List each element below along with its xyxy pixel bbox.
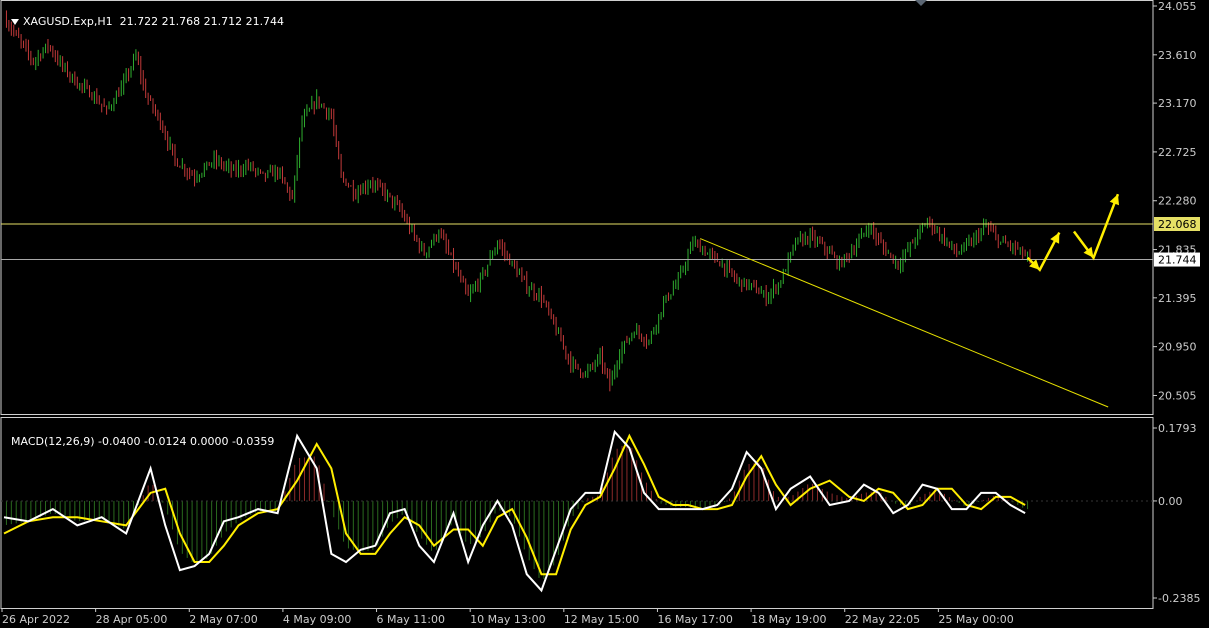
time-tick-label: 22 May 22:05: [845, 613, 920, 626]
macd-label: MACD(12,26,9): [11, 435, 95, 448]
time-tick-label: 12 May 15:00: [564, 613, 639, 626]
price-tick-label: 20.950: [1158, 341, 1197, 354]
time-tick-label: 2 May 07:00: [189, 613, 257, 626]
time-tick-label: 6 May 11:00: [377, 613, 445, 626]
trading-chart[interactable]: 24.05523.61023.17022.72522.28021.83521.3…: [0, 0, 1209, 628]
time-tick-label: 25 May 00:00: [938, 613, 1013, 626]
time-tick-label: 28 Apr 05:00: [96, 613, 168, 626]
price-tick-label: 22.280: [1158, 195, 1197, 208]
macd-header: MACD(12,26,9) -0.0400 -0.0124 0.0000 -0.…: [4, 422, 274, 448]
price-tick-label: 23.170: [1158, 97, 1197, 110]
symbol-header: XAGUSD.Exp,H1 21.722 21.768 21.712 21.74…: [4, 2, 284, 28]
level-price-tag-label: 22.068: [1158, 218, 1197, 231]
time-tick-label: 4 May 09:00: [283, 613, 351, 626]
macd-tick-label: 0.1793: [1158, 422, 1197, 435]
ohlc-values: 21.722 21.768 21.712 21.744: [119, 15, 285, 28]
macd-tick-label: 0.00: [1158, 495, 1183, 508]
time-tick-label: 16 May 17:00: [657, 613, 732, 626]
price-tick-label: 20.505: [1158, 389, 1197, 402]
time-tick-label: 26 Apr 2022: [2, 613, 70, 626]
price-tick-label: 23.610: [1158, 49, 1197, 62]
time-tick-label: 10 May 13:00: [470, 613, 545, 626]
symbol-label: XAGUSD.Exp,H1: [23, 15, 113, 28]
dropdown-triangle-icon[interactable]: [11, 19, 19, 25]
price-tick-label: 24.055: [1158, 0, 1197, 13]
time-tick-label: 18 May 19:00: [751, 613, 826, 626]
price-axis: 24.05523.61023.17022.72522.28021.83521.3…: [1153, 0, 1200, 402]
price-tick-label: 21.395: [1158, 292, 1197, 305]
current-price-tag-label: 21.744: [1158, 254, 1197, 267]
macd-tick-label: -0.2385: [1158, 592, 1200, 605]
price-tick-label: 22.725: [1158, 146, 1197, 159]
macd-values: -0.0400 -0.0124 0.0000 -0.0359: [98, 435, 275, 448]
